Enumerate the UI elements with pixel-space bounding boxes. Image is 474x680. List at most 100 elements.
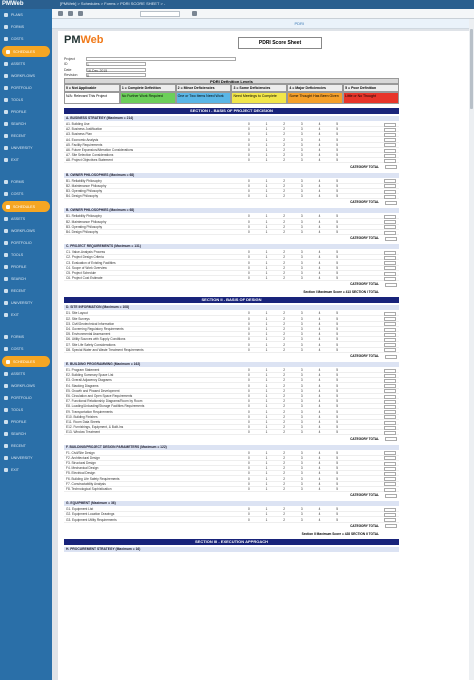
sidebar-item-university[interactable]: UNIVERSITY — [0, 142, 52, 154]
sidebar-item-recent[interactable]: RECENT — [0, 130, 52, 142]
scale-value[interactable]: 1 — [266, 487, 268, 492]
score-input[interactable] — [384, 127, 396, 132]
score-input[interactable] — [384, 250, 396, 255]
score-input[interactable] — [384, 373, 396, 378]
sidebar-item-forms[interactable]: FORMS — [0, 21, 52, 33]
pdri-link[interactable]: PDRI — [294, 21, 304, 26]
sidebar-item-portfolio[interactable]: PORTFOLIO — [0, 237, 52, 249]
scale-value[interactable]: 0 — [248, 276, 250, 281]
scrollbar[interactable] — [469, 19, 474, 680]
sidebar-item-plans[interactable]: PLANS — [0, 9, 52, 21]
sidebar-item-workflows[interactable]: WORKFLOWS — [0, 380, 52, 392]
scale-value[interactable]: 4 — [319, 518, 321, 523]
scale-value[interactable]: 4 — [319, 276, 321, 281]
scale-value[interactable]: 1 — [266, 230, 268, 235]
score-input[interactable] — [384, 153, 396, 158]
copy-icon[interactable] — [68, 11, 73, 16]
sidebar-item-schedules[interactable]: SCHEDULES — [2, 356, 50, 367]
score-input[interactable] — [384, 420, 396, 425]
scale-value[interactable]: 1 — [266, 194, 268, 199]
scale-value[interactable]: 2 — [283, 430, 285, 435]
score-input[interactable] — [384, 158, 396, 163]
sidebar-item-search[interactable]: SEARCH — [0, 428, 52, 440]
scale-value[interactable]: 1 — [266, 158, 268, 163]
scrollbar-thumb[interactable] — [470, 29, 473, 109]
scale-value[interactable]: 0 — [248, 430, 250, 435]
sidebar-item-university[interactable]: UNIVERSITY — [0, 452, 52, 464]
scale-value[interactable]: 1 — [266, 430, 268, 435]
score-input[interactable] — [384, 461, 396, 466]
field-input-revision[interactable]: 0 — [86, 73, 146, 78]
sidebar-item-profile[interactable]: PROFILE — [0, 261, 52, 273]
scale-value[interactable]: 1 — [266, 276, 268, 281]
score-input[interactable] — [384, 332, 396, 337]
sidebar-item-workflows[interactable]: WORKFLOWS — [0, 70, 52, 82]
scale-value[interactable]: 0 — [248, 487, 250, 492]
score-input[interactable] — [384, 425, 396, 430]
scale-value[interactable]: 2 — [283, 518, 285, 523]
score-input[interactable] — [384, 430, 396, 435]
score-input[interactable] — [384, 138, 396, 143]
score-input[interactable] — [384, 311, 396, 316]
sidebar-item-profile[interactable]: PROFILE — [0, 416, 52, 428]
field-input-project[interactable] — [86, 56, 236, 61]
score-input[interactable] — [384, 399, 396, 404]
scale-value[interactable]: 1 — [266, 518, 268, 523]
score-input[interactable] — [384, 230, 396, 235]
score-input[interactable] — [384, 410, 396, 415]
score-input[interactable] — [384, 512, 396, 517]
scale-value[interactable]: 5 — [336, 430, 338, 435]
scale-value[interactable]: 4 — [319, 348, 321, 353]
scale-value[interactable]: 2 — [283, 348, 285, 353]
breadcrumb[interactable]: [PMWeb] > Schedules > Forms > PDRI SCORE… — [60, 1, 165, 6]
sidebar-item-schedules[interactable]: SCHEDULES — [2, 46, 50, 57]
sidebar-item-assets[interactable]: ASSETS — [0, 368, 52, 380]
scale-value[interactable]: 1 — [266, 348, 268, 353]
scale-value[interactable]: 5 — [336, 487, 338, 492]
sidebar-item-costs[interactable]: COSTS — [0, 343, 52, 355]
score-input[interactable] — [384, 477, 396, 482]
score-input[interactable] — [384, 194, 396, 199]
sidebar-item-tools[interactable]: TOOLS — [0, 404, 52, 416]
scale-value[interactable]: 2 — [283, 230, 285, 235]
view-select[interactable] — [140, 11, 180, 17]
score-input[interactable] — [384, 261, 396, 266]
sidebar-item-search[interactable]: SEARCH — [0, 118, 52, 130]
score-input[interactable] — [384, 266, 396, 271]
score-input[interactable] — [384, 276, 396, 281]
scale-value[interactable]: 3 — [301, 194, 303, 199]
sidebar-item-exit[interactable]: EXIT — [0, 309, 52, 321]
scale-value[interactable]: 0 — [248, 158, 250, 163]
score-input[interactable] — [384, 132, 396, 137]
scale-value[interactable]: 3 — [301, 430, 303, 435]
score-input[interactable] — [384, 482, 396, 487]
score-input[interactable] — [384, 471, 396, 476]
score-input[interactable] — [384, 148, 396, 153]
scale-value[interactable]: 4 — [319, 230, 321, 235]
sidebar-item-costs[interactable]: COSTS — [0, 188, 52, 200]
print-icon[interactable] — [192, 11, 197, 16]
score-input[interactable] — [384, 487, 396, 492]
scale-value[interactable]: 0 — [248, 230, 250, 235]
score-input[interactable] — [384, 143, 396, 148]
score-input[interactable] — [384, 368, 396, 373]
score-input[interactable] — [384, 322, 396, 327]
score-input[interactable] — [384, 394, 396, 399]
score-input[interactable] — [384, 404, 396, 409]
sidebar-item-assets[interactable]: ASSETS — [0, 213, 52, 225]
scale-value[interactable]: 0 — [248, 194, 250, 199]
score-input[interactable] — [384, 189, 396, 194]
scale-value[interactable]: 3 — [301, 276, 303, 281]
scale-value[interactable]: 4 — [319, 487, 321, 492]
sidebar-item-recent[interactable]: RECENT — [0, 440, 52, 452]
sidebar-item-portfolio[interactable]: PORTFOLIO — [0, 82, 52, 94]
score-input[interactable] — [384, 122, 396, 127]
sidebar-item-forms[interactable]: FORMS — [0, 331, 52, 343]
score-input[interactable] — [384, 518, 396, 523]
score-input[interactable] — [384, 184, 396, 189]
scale-value[interactable]: 4 — [319, 194, 321, 199]
score-input[interactable] — [384, 255, 396, 260]
sidebar-item-assets[interactable]: ASSETS — [0, 58, 52, 70]
score-input[interactable] — [384, 225, 396, 230]
undo-icon[interactable] — [78, 11, 83, 16]
